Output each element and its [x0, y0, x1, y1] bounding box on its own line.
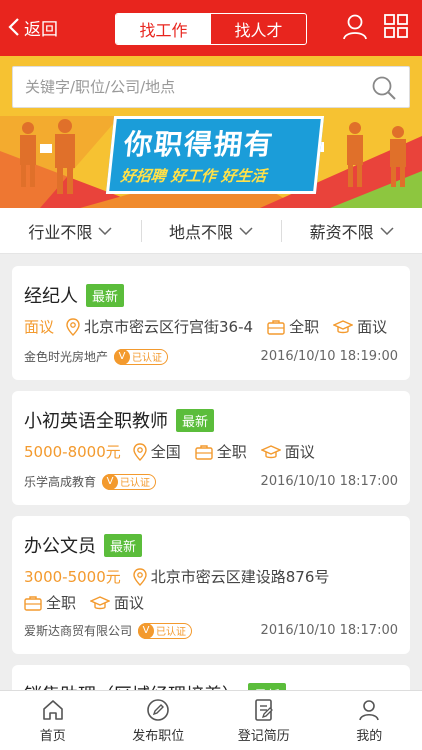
verified-badge: V 已认证 — [114, 348, 169, 365]
graduation-cap-icon — [260, 444, 281, 458]
location-pin-icon — [133, 442, 147, 461]
job-salary: 3000-5000元 — [24, 568, 121, 586]
search-icon[interactable] — [371, 75, 397, 101]
document-edit-icon — [254, 698, 273, 721]
verified-label: 已认证 — [120, 478, 151, 489]
verified-v-icon: V — [138, 622, 155, 639]
tab-home-label: 首页 — [39, 728, 66, 744]
tab-find-job[interactable]: 找工作 — [116, 14, 211, 44]
segment-control: 找工作 找人才 — [115, 13, 307, 45]
job-type-text: 全职 — [216, 443, 247, 461]
filter-salary-label: 薪资不限 — [309, 222, 374, 242]
job-salary: 面议 — [24, 318, 55, 336]
job-title: 销售助理（区域经理培养） — [24, 681, 240, 690]
tab-find-talent[interactable]: 找人才 — [211, 14, 306, 44]
new-badge: 最新 — [248, 682, 287, 690]
verified-badge: V 已认证 — [102, 473, 157, 490]
job-education: 面议 — [90, 592, 144, 613]
job-type: 全职 — [195, 441, 247, 462]
user-icon[interactable] — [342, 13, 368, 41]
chevron-down-icon — [380, 226, 394, 235]
job-location: 全国 — [133, 441, 181, 462]
company-name: 乐学高成教育 — [24, 475, 97, 489]
new-badge: 最新 — [104, 533, 143, 557]
job-card[interactable]: 经纪人 最新 面议 北京市密云区行宫街36-4 全职 面议 金色时光房地产 V已… — [12, 266, 410, 380]
location-pin-icon — [66, 317, 80, 336]
post-time: 2016/10/10 18:17:00 — [260, 623, 398, 638]
job-education: 面议 — [333, 316, 387, 337]
job-salary: 5000-8000元 — [24, 443, 121, 461]
post-time: 2016/10/10 18:19:00 — [260, 349, 398, 364]
verified-label: 已认证 — [156, 627, 187, 638]
banner-subline: 好招聘 好工作 好生活 — [119, 167, 268, 185]
job-education-text: 面议 — [357, 318, 388, 336]
job-title: 小初英语全职教师 — [24, 411, 168, 432]
search-input[interactable] — [25, 78, 365, 96]
filter-industry-label: 行业不限 — [28, 222, 93, 242]
user-icon — [359, 699, 380, 720]
top-nav-bar: 返回 找工作 找人才 — [0, 0, 422, 56]
filter-industry[interactable]: 行业不限 — [0, 208, 141, 253]
job-list: 经纪人 最新 面议 北京市密云区行宫街36-4 全职 面议 金色时光房地产 V已… — [0, 254, 422, 690]
job-location: 北京市密云区行宫街36-4 — [66, 316, 253, 337]
filter-bar: 行业不限 地点不限 薪资不限 — [0, 208, 422, 254]
chevron-left-icon — [8, 18, 19, 36]
back-label: 返回 — [24, 19, 58, 40]
verified-v-icon: V — [114, 348, 131, 365]
job-education-text: 面议 — [284, 443, 315, 461]
tab-register-resume-label: 登记简历 — [237, 728, 290, 744]
chevron-down-icon — [239, 226, 253, 235]
job-type-text: 全职 — [289, 318, 320, 336]
job-title: 办公文员 — [24, 536, 96, 557]
graduation-cap-icon — [90, 595, 111, 609]
job-card[interactable]: 小初英语全职教师 最新 5000-8000元 全国 全职 面议 乐学高成教育 V… — [12, 391, 410, 505]
banner-slogan-box: 你职得拥有 好招聘 好工作 好生活 — [105, 116, 325, 194]
job-location-text: 北京市密云区行宫街36-4 — [84, 318, 254, 336]
new-badge: 最新 — [176, 408, 215, 432]
filter-location[interactable]: 地点不限 — [140, 208, 282, 253]
verified-v-icon: V — [102, 473, 119, 490]
job-type: 全职 — [24, 592, 76, 613]
filter-location-label: 地点不限 — [169, 222, 234, 242]
briefcase-icon — [195, 444, 213, 460]
new-badge: 最新 — [86, 283, 125, 307]
tab-profile-label: 我的 — [356, 728, 383, 744]
tab-post-job[interactable]: 发布职位 — [106, 691, 212, 750]
verified-badge: V 已认证 — [138, 622, 193, 639]
tab-home[interactable]: 首页 — [0, 691, 106, 750]
back-button[interactable]: 返回 — [8, 12, 58, 42]
tab-profile[interactable]: 我的 — [317, 691, 422, 750]
job-card[interactable]: 销售助理（区域经理培养） 最新 — [12, 665, 410, 690]
briefcase-icon — [267, 319, 285, 335]
job-location-text: 全国 — [150, 443, 181, 461]
tab-register-resume[interactable]: 登记简历 — [211, 691, 317, 750]
edit-circle-icon — [147, 698, 170, 721]
promo-banner[interactable]: 你职得拥有 好招聘 好工作 好生活 — [0, 56, 422, 208]
job-location: 北京市密云区建设路876号 — [133, 566, 330, 587]
job-education: 面议 — [260, 441, 315, 462]
banner-headline: 你职得拥有 — [122, 128, 276, 161]
job-title: 经纪人 — [24, 286, 78, 307]
company-name: 爱斯达商贸有限公司 — [24, 624, 133, 638]
verified-label: 已认证 — [132, 353, 163, 364]
tab-post-job-label: 发布职位 — [132, 728, 185, 744]
post-time: 2016/10/10 18:17:00 — [260, 474, 398, 489]
search-bar[interactable] — [12, 66, 410, 108]
location-pin-icon — [133, 567, 147, 586]
job-card[interactable]: 办公文员 最新 3000-5000元 北京市密云区建设路876号 全职 面议 爱… — [12, 516, 410, 654]
job-location-text: 北京市密云区建设路876号 — [150, 568, 330, 586]
home-icon — [42, 699, 63, 720]
grid-menu-icon[interactable] — [383, 13, 409, 39]
job-type-text: 全职 — [46, 594, 77, 612]
chevron-down-icon — [98, 226, 112, 235]
job-education-text: 面议 — [114, 594, 145, 612]
graduation-cap-icon — [333, 319, 354, 333]
briefcase-icon — [24, 595, 42, 611]
filter-salary[interactable]: 薪资不限 — [281, 208, 422, 253]
bottom-tab-bar: 首页 发布职位 登记简历 我的 — [0, 690, 422, 750]
company-name: 金色时光房地产 — [24, 350, 109, 364]
job-type: 全职 — [267, 316, 319, 337]
